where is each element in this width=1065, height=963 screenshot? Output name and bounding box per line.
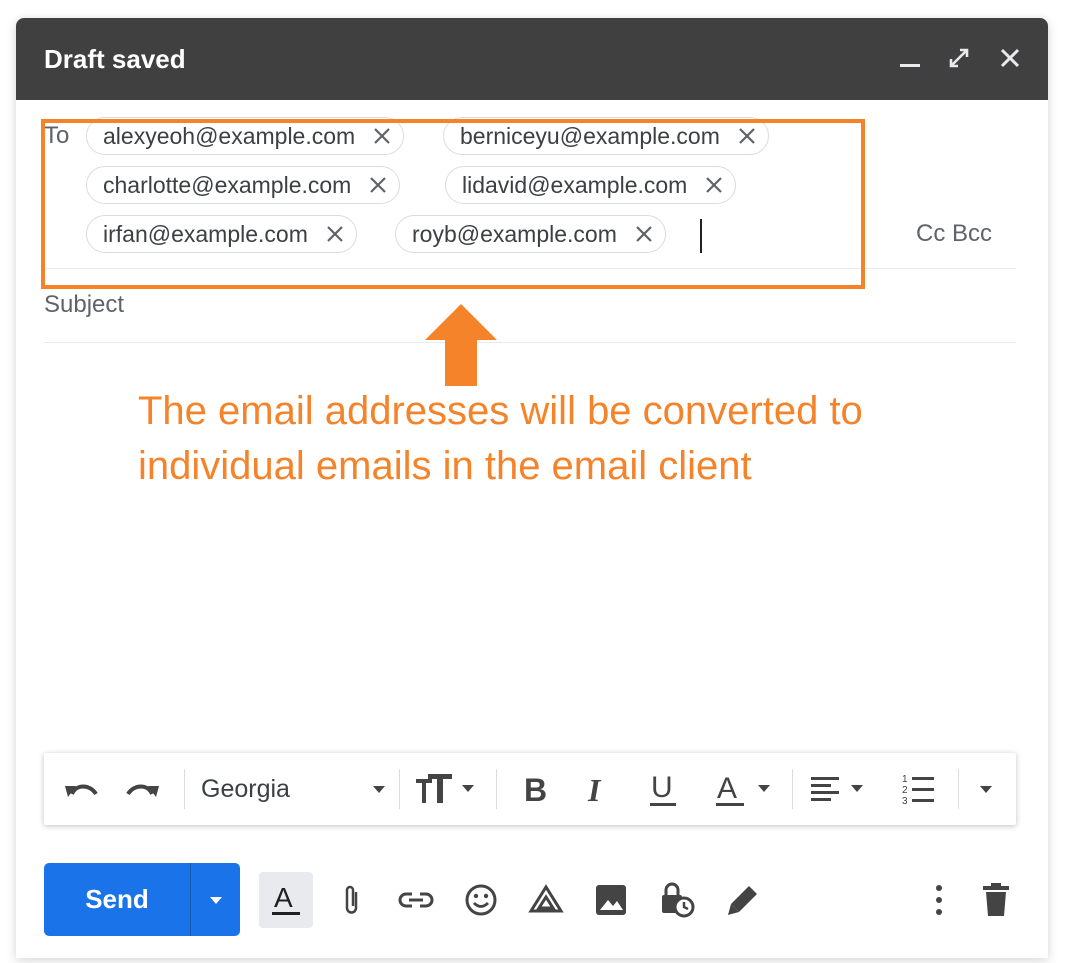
annotation-text: The email addresses will be converted to…	[138, 384, 938, 494]
numbered-list-icon[interactable]: 123	[900, 771, 938, 807]
text-cursor	[700, 219, 702, 253]
more-formatting-icon[interactable]	[976, 771, 996, 807]
up-arrow-icon	[425, 304, 497, 386]
recipient-chip[interactable]: lidavid@example.com	[445, 166, 737, 204]
formatting-toolbar: Georgia B I U A 123	[44, 753, 1016, 825]
svg-text:B: B	[524, 772, 547, 806]
svg-text:I: I	[587, 772, 602, 806]
compose-title-bar[interactable]: Draft saved	[16, 18, 1048, 100]
annotation-line-1: The email addresses will be converted to	[138, 389, 863, 433]
delete-icon[interactable]	[973, 877, 1019, 923]
text-size-icon[interactable]	[414, 771, 480, 807]
annotation-line-2: individual emails in the email client	[138, 444, 752, 488]
toolbar-separator	[399, 769, 400, 809]
recipient-email: alexyeoh@example.com	[103, 122, 356, 149]
send-button-group: Send	[44, 863, 240, 936]
emoji-icon[interactable]	[458, 877, 504, 923]
font-select[interactable]: Georgia	[201, 771, 391, 807]
recipient-chip[interactable]: royb@example.com	[395, 215, 666, 253]
confidential-icon[interactable]	[654, 877, 700, 923]
svg-text:3: 3	[902, 796, 908, 807]
cc-bcc-links: Cc Bcc	[916, 220, 992, 248]
toolbar-separator	[496, 769, 497, 809]
recipient-email: lidavid@example.com	[462, 171, 688, 198]
svg-text:A: A	[717, 772, 737, 805]
compose-action-bar: Send A	[16, 863, 1048, 938]
underline-icon[interactable]: U	[648, 771, 678, 807]
svg-text:1: 1	[902, 774, 908, 785]
bold-icon[interactable]: B	[522, 771, 550, 807]
attach-icon[interactable]	[329, 877, 375, 923]
signature-icon[interactable]	[720, 877, 766, 923]
photo-icon[interactable]	[588, 877, 634, 923]
recipient-email: berniceyu@example.com	[460, 122, 720, 149]
compose-title: Draft saved	[44, 44, 186, 74]
remove-recipient-icon[interactable]	[734, 123, 760, 149]
chevron-down-icon	[373, 786, 385, 793]
subject-field[interactable]: Subject	[44, 291, 124, 319]
align-icon[interactable]	[809, 771, 871, 807]
chevron-down-icon	[209, 896, 222, 904]
remove-recipient-icon[interactable]	[631, 221, 657, 247]
recipient-chip[interactable]: berniceyu@example.com	[443, 117, 769, 155]
full-screen-icon[interactable]	[941, 40, 977, 76]
more-options-icon[interactable]	[916, 877, 962, 923]
svg-text:2: 2	[902, 785, 908, 796]
formatting-options-icon[interactable]: A	[259, 872, 313, 928]
drive-icon[interactable]	[523, 877, 569, 923]
link-icon[interactable]	[393, 877, 439, 923]
recipient-chip[interactable]: irfan@example.com	[86, 215, 357, 253]
svg-text:A: A	[274, 882, 293, 913]
schedule-send-dropdown[interactable]	[191, 863, 240, 936]
toolbar-separator	[958, 769, 959, 809]
remove-recipient-icon[interactable]	[369, 123, 395, 149]
italic-icon[interactable]: I	[584, 771, 612, 807]
svg-text:U: U	[651, 771, 673, 804]
recipient-email: royb@example.com	[412, 220, 617, 247]
remove-recipient-icon[interactable]	[701, 172, 727, 198]
recipient-email: charlotte@example.com	[103, 171, 352, 198]
recipient-email: irfan@example.com	[103, 220, 308, 247]
recipient-chip[interactable]: charlotte@example.com	[86, 166, 401, 204]
subject-divider	[44, 342, 1016, 343]
cc-link[interactable]: Cc	[916, 220, 945, 247]
undo-icon[interactable]	[62, 771, 100, 807]
recipients-divider	[44, 268, 1016, 269]
to-label: To	[44, 122, 70, 149]
compose-window: Draft saved To alexyeoh@example.com bern…	[16, 18, 1048, 958]
redo-icon[interactable]	[124, 771, 162, 807]
remove-recipient-icon[interactable]	[322, 221, 348, 247]
toolbar-separator	[792, 769, 793, 809]
recipient-chip[interactable]: alexyeoh@example.com	[86, 117, 405, 155]
recipients-field[interactable]: To alexyeoh@example.com berniceyu@exampl…	[16, 100, 1048, 270]
font-name: Georgia	[201, 774, 290, 803]
close-icon[interactable]	[992, 40, 1028, 76]
minimize-icon[interactable]	[892, 40, 928, 76]
bcc-link[interactable]: Bcc	[952, 220, 992, 247]
send-button[interactable]: Send	[44, 863, 190, 936]
toolbar-separator	[184, 769, 185, 809]
text-color-icon[interactable]: A	[714, 771, 776, 807]
remove-recipient-icon[interactable]	[365, 172, 391, 198]
